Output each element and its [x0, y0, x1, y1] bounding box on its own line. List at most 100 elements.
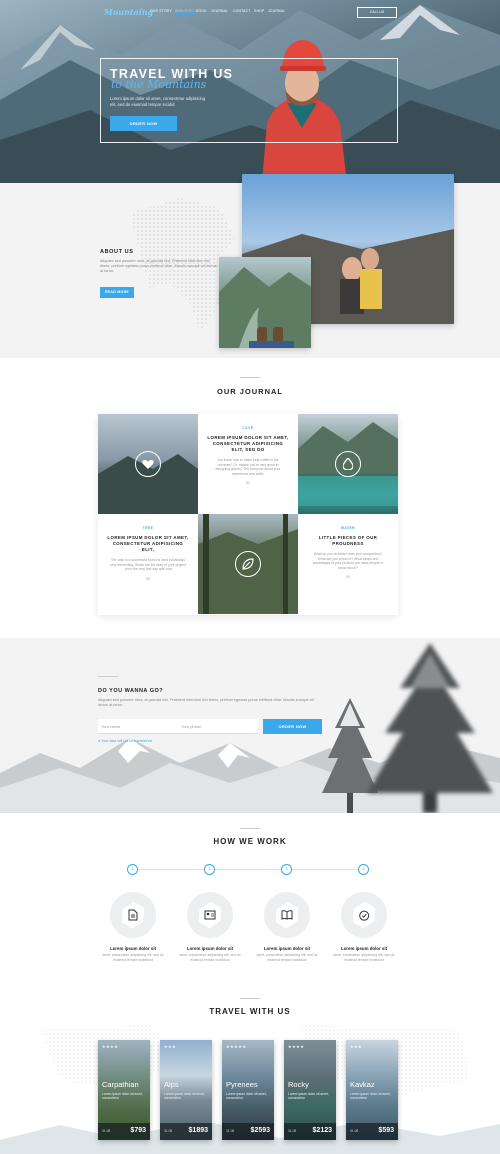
nav-link-contact[interactable]: CONTACT — [233, 9, 251, 13]
journal-card-text: The way to a successful brand is hard bu… — [110, 558, 186, 572]
pine-tree-large — [367, 643, 493, 813]
read-more-button[interactable]: READ MORE — [100, 287, 134, 298]
about-title: ABOUT US — [100, 249, 134, 255]
trip-footer: 31.08 $593 — [346, 1123, 398, 1140]
journal-tag: LOVE — [242, 426, 254, 430]
step-text-4: amet, consectetur adipisicing elit, sed … — [333, 953, 395, 962]
journal-card-1[interactable]: LOVE LOREM IPSUM DOLOR SIT AMET, CONSECT… — [198, 414, 298, 514]
step-icon-circle-1 — [110, 892, 156, 938]
nav-link-journal[interactable]: JOURNAL — [211, 9, 228, 13]
trip-price: $2123 — [312, 1127, 332, 1134]
trip-price: $793 — [130, 1127, 146, 1134]
trip-card-alps[interactable]: ★★★ Alps Lorem ipsum dolor sit amet, con… — [160, 1040, 212, 1140]
trip-desc: Lorem ipsum dolor sit amet, consectetur — [226, 1092, 267, 1101]
travel-title: TRAVEL WITH US — [209, 1007, 291, 1016]
journal-tag: WATER — [340, 526, 356, 530]
hero-desc-line2: elit, sed do eiusmod tempor incidid — [110, 101, 175, 107]
leaf-icon — [235, 551, 261, 577]
trip-card-carpathian[interactable]: ★★★★ Carpathian Lorem ipsum dolor sit am… — [98, 1040, 150, 1140]
step-number-3: 3 — [281, 864, 292, 875]
privacy-note: ● Your data will not be transferred — [98, 739, 152, 743]
trip-price: $593 — [378, 1127, 394, 1134]
journal-card-title: LOREM IPSUM DOLOR SIT AMET, CONSECTETUR … — [107, 535, 189, 552]
drop-icon — [335, 451, 361, 477]
hero-order-button[interactable]: ORDER NOW — [110, 116, 177, 131]
heart-icon — [135, 451, 161, 477]
journal-card-number: 03 — [346, 575, 350, 580]
travel-title-line — [240, 998, 260, 999]
trip-name: Pyrenees — [226, 1080, 258, 1089]
nav-link-book[interactable]: BOOK — [196, 9, 207, 13]
how-title-line — [240, 828, 260, 829]
trip-date: 31.08 — [102, 1129, 111, 1133]
rating-stars: ★★★★ — [102, 1044, 119, 1049]
logo[interactable]: Mountaing — [104, 7, 153, 17]
trip-card-rocky[interactable]: ★★★★ Rocky Lorem ipsum dolor sit amet, c… — [284, 1040, 336, 1140]
trip-footer: 31.08 $1893 — [160, 1123, 212, 1140]
about-text: Aliquam sed posuere urna, at gravida nis… — [100, 259, 217, 273]
journal-card-number: 02 — [146, 576, 150, 581]
step-icon-circle-4 — [341, 892, 387, 938]
name-input[interactable]: Your name — [98, 719, 178, 734]
top-nav: Mountaing OUR STORY SERVICES BOOK JOURNA… — [0, 7, 500, 19]
lock-icon: ● — [98, 739, 101, 743]
trip-card-pyrenees[interactable]: ★★★★★ Pyrenees Lorem ipsum dolor sit ame… — [222, 1040, 274, 1140]
step-number-2: 2 — [204, 864, 215, 875]
phone-input[interactable]: Your phone — [178, 719, 258, 734]
step-icon-circle-2 — [187, 892, 233, 938]
hero-desc-line1: Lorem ipsum dolor sit amet, consectetur … — [110, 96, 206, 101]
trip-price: $2593 — [250, 1127, 270, 1134]
trip-card-kavkaz[interactable]: ★★★ Kavkaz Lorem ipsum dolor sit amet, c… — [346, 1040, 398, 1140]
step-text-3: amet, consectetur adipisicing elit, sed … — [256, 953, 318, 962]
hero-section: Mountaing OUR STORY SERVICES BOOK JOURNA… — [0, 0, 500, 183]
journal-image-2[interactable] — [298, 414, 398, 514]
how-title: HOW WE WORK — [213, 837, 287, 846]
journal-card-2[interactable]: TREE LOREM IPSUM DOLOR SIT AMET, CONSECT… — [98, 514, 198, 614]
step-title-4: Lorem ipsum dolor sit — [340, 946, 388, 951]
trip-name: Rocky — [288, 1080, 309, 1089]
rating-stars: ★★★★ — [288, 1044, 305, 1049]
journal-image-3[interactable] — [198, 514, 298, 614]
trip-price: $1893 — [188, 1127, 208, 1134]
trip-date: 31.08 — [164, 1129, 173, 1133]
trip-desc: Lorem ipsum dolor sit amet, consectetur — [288, 1092, 329, 1101]
order-text: Aliquam sed posuere urna, at gravida nis… — [98, 698, 315, 707]
journal-card-number: 01 — [246, 481, 250, 486]
trip-desc: Lorem ipsum dolor sit amet, consectetur — [350, 1092, 391, 1101]
id-card-icon — [204, 910, 216, 920]
check-icon — [359, 910, 370, 921]
rating-stars: ★★★ — [350, 1044, 363, 1049]
step-icon-circle-3 — [264, 892, 310, 938]
journal-card-3[interactable]: WATER LITTLE PIECES OF OUR PROUDNESS Wha… — [298, 514, 398, 614]
journal-card-title: LOREM IPSUM DOLOR SIT AMET, CONSECTETUR … — [207, 435, 289, 452]
call-us-button[interactable]: CALL US — [357, 7, 397, 18]
trip-date: 31.08 — [288, 1129, 297, 1133]
steps-connector — [138, 869, 364, 870]
journal-title: OUR JOURNAL — [216, 387, 283, 396]
journal-card-text: You know how to make best coffee in the … — [215, 458, 281, 476]
nav-link-our-story[interactable]: OUR STORY — [150, 9, 172, 13]
journal-card-text: What do you do better than your competit… — [312, 552, 384, 570]
trip-date: 31.08 — [350, 1129, 359, 1133]
trip-name: Kavkaz — [350, 1080, 375, 1089]
trip-footer: 31.08 $2593 — [222, 1123, 274, 1140]
step-title-3: Lorem ipsum dolor sit — [263, 946, 311, 951]
journal-title-line — [240, 377, 260, 378]
order-title-line — [98, 676, 118, 677]
trip-footer: 31.08 $793 — [98, 1123, 150, 1140]
nav-link-shop[interactable]: SHOP — [254, 9, 264, 13]
order-now-button[interactable]: ORDER NOW — [263, 719, 322, 734]
journal-image-1[interactable] — [98, 414, 198, 514]
step-text-1: amet, consectetur adipisicing elit, sed … — [102, 953, 164, 962]
order-title: DO YOU WANNA GO? — [98, 688, 164, 694]
hero-description: Lorem ipsum dolor sit amet, consectetur … — [110, 96, 205, 107]
step-title-2: Lorem ipsum dolor sit — [186, 946, 234, 951]
step-text-2: amet, consectetur adipisicing elit, sed … — [179, 953, 241, 962]
nav-link-services[interactable]: SERVICES — [175, 9, 194, 15]
trip-footer: 31.08 $2123 — [284, 1123, 336, 1140]
rating-stars: ★★★★★ — [226, 1044, 247, 1049]
journal-card-title: LITTLE PIECES OF OUR PROUDNESS — [318, 535, 378, 546]
trip-date: 31.08 — [226, 1129, 235, 1133]
nav-link-journal-2[interactable]: JOURNAL — [268, 9, 285, 13]
trip-desc: Lorem ipsum dolor sit amet, consectetur — [164, 1092, 205, 1101]
